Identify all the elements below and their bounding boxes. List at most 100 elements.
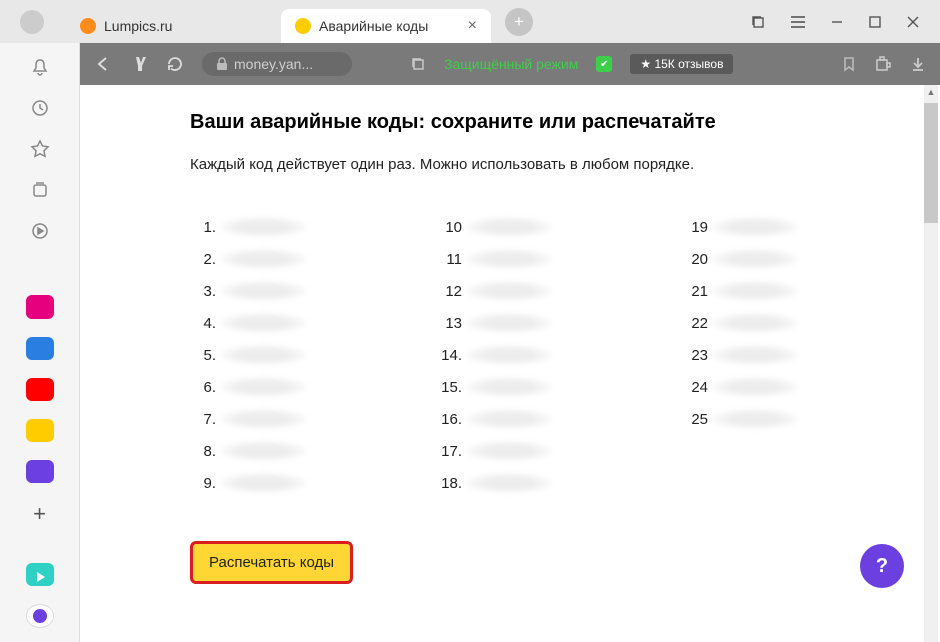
history-icon[interactable]	[26, 96, 54, 119]
code-number: 17.	[436, 443, 462, 460]
tab-label: Аварийные коды	[319, 18, 428, 34]
code-value-blurred	[220, 281, 306, 301]
scroll-up-icon[interactable]: ▲	[924, 85, 938, 99]
code-value-blurred	[466, 377, 552, 397]
print-codes-button[interactable]: Распечатать коды	[190, 541, 353, 584]
code-row: 16.	[436, 409, 552, 429]
code-value-blurred	[712, 409, 798, 429]
address-bar[interactable]: money.yan...	[202, 52, 352, 76]
add-app-button[interactable]: +	[26, 501, 54, 527]
play-icon[interactable]	[26, 220, 54, 243]
sidebar-app-docs[interactable]	[26, 337, 54, 360]
codes-grid: 1.2.3.4.5.6.7.8.9. 1011121314.15.16.17.1…	[190, 217, 876, 493]
sidebar-app-purple[interactable]	[26, 460, 54, 483]
code-value-blurred	[220, 217, 306, 237]
code-value-blurred	[220, 313, 306, 333]
code-row: 9.	[190, 473, 306, 493]
code-value-blurred	[220, 473, 306, 493]
help-fab[interactable]: ?	[860, 544, 904, 588]
code-row: 14.	[436, 345, 552, 365]
collections-icon[interactable]	[26, 179, 54, 202]
code-row: 21	[682, 281, 798, 301]
code-value-blurred	[712, 377, 798, 397]
tab-lumpics[interactable]: Lumpics.ru	[66, 9, 281, 43]
code-value-blurred	[466, 345, 552, 365]
back-button[interactable]	[94, 55, 112, 73]
download-icon[interactable]	[910, 56, 926, 72]
bookmark-icon[interactable]	[842, 56, 856, 72]
code-number: 21	[682, 283, 708, 300]
browser-toolbar: money.yan... Защищённый режим ✔ ★ 15К от…	[80, 43, 940, 85]
page-subtext: Каждый код действует один раз. Можно исп…	[190, 156, 876, 173]
code-number: 2.	[190, 251, 216, 268]
code-row: 4.	[190, 313, 306, 333]
maximize-button[interactable]	[868, 15, 882, 29]
copy-icon[interactable]	[750, 14, 766, 30]
star-icon[interactable]	[26, 137, 54, 160]
code-value-blurred	[466, 409, 552, 429]
tab-active[interactable]: Аварийные коды ×	[281, 9, 491, 43]
code-number: 18.	[436, 475, 462, 492]
bell-icon[interactable]	[26, 55, 54, 78]
page-heading: Ваши аварийные коды: сохраните или распе…	[190, 111, 876, 134]
codes-column: 1011121314.15.16.17.18.	[436, 217, 552, 493]
code-value-blurred	[466, 473, 552, 493]
code-row: 18.	[436, 473, 552, 493]
code-number: 25	[682, 411, 708, 428]
shield-icon[interactable]: ✔	[596, 56, 612, 72]
code-row: 6.	[190, 377, 306, 397]
code-number: 7.	[190, 411, 216, 428]
code-row: 17.	[436, 441, 552, 461]
code-row: 24	[682, 377, 798, 397]
reload-button[interactable]	[166, 55, 184, 73]
close-button[interactable]	[906, 15, 920, 29]
new-tab-button[interactable]: +	[505, 8, 533, 36]
sidebar-app-mail[interactable]	[26, 419, 54, 442]
profile-avatar[interactable]	[20, 10, 44, 34]
code-number: 1.	[190, 219, 216, 236]
code-value-blurred	[466, 249, 552, 269]
lock-icon	[216, 57, 228, 71]
code-row: 2.	[190, 249, 306, 269]
code-value-blurred	[712, 217, 798, 237]
code-value-blurred	[712, 345, 798, 365]
title-bar: Lumpics.ru Аварийные коды × +	[0, 0, 940, 43]
code-value-blurred	[220, 249, 306, 269]
codes-column: 1.2.3.4.5.6.7.8.9.	[190, 217, 306, 493]
copy-url-icon[interactable]	[410, 56, 426, 72]
code-number: 24	[682, 379, 708, 396]
minimize-button[interactable]	[830, 15, 844, 29]
code-row: 19	[682, 217, 798, 237]
sidebar-app-alice[interactable]	[26, 604, 54, 628]
scroll-thumb[interactable]	[924, 103, 938, 223]
code-number: 4.	[190, 315, 216, 332]
code-number: 11	[436, 251, 462, 268]
code-number: 6.	[190, 379, 216, 396]
code-row: 12	[436, 281, 552, 301]
code-number: 3.	[190, 283, 216, 300]
menu-icon[interactable]	[790, 15, 806, 29]
code-value-blurred	[712, 281, 798, 301]
close-icon[interactable]: ×	[468, 18, 477, 34]
code-number: 10	[436, 219, 462, 236]
code-row: 13	[436, 313, 552, 333]
code-value-blurred	[466, 441, 552, 461]
yandex-icon[interactable]	[130, 55, 148, 73]
protected-mode-label: Защищённый режим	[444, 56, 578, 72]
code-number: 14.	[436, 347, 462, 364]
extensions-icon[interactable]	[874, 55, 892, 73]
code-number: 9.	[190, 475, 216, 492]
reviews-badge[interactable]: ★ 15К отзывов	[630, 54, 733, 74]
sidebar-app-youtube[interactable]	[26, 378, 54, 401]
code-row: 20	[682, 249, 798, 269]
left-sidebar: +	[0, 43, 80, 642]
page-content: Ваши аварийные коды: сохраните или распе…	[80, 85, 940, 642]
code-row: 7.	[190, 409, 306, 429]
sidebar-app-ivi[interactable]	[26, 295, 54, 318]
code-value-blurred	[712, 313, 798, 333]
code-value-blurred	[220, 345, 306, 365]
sidebar-app-music[interactable]	[26, 563, 54, 586]
scrollbar[interactable]: ▲	[924, 85, 938, 642]
code-value-blurred	[220, 441, 306, 461]
code-number: 12	[436, 283, 462, 300]
